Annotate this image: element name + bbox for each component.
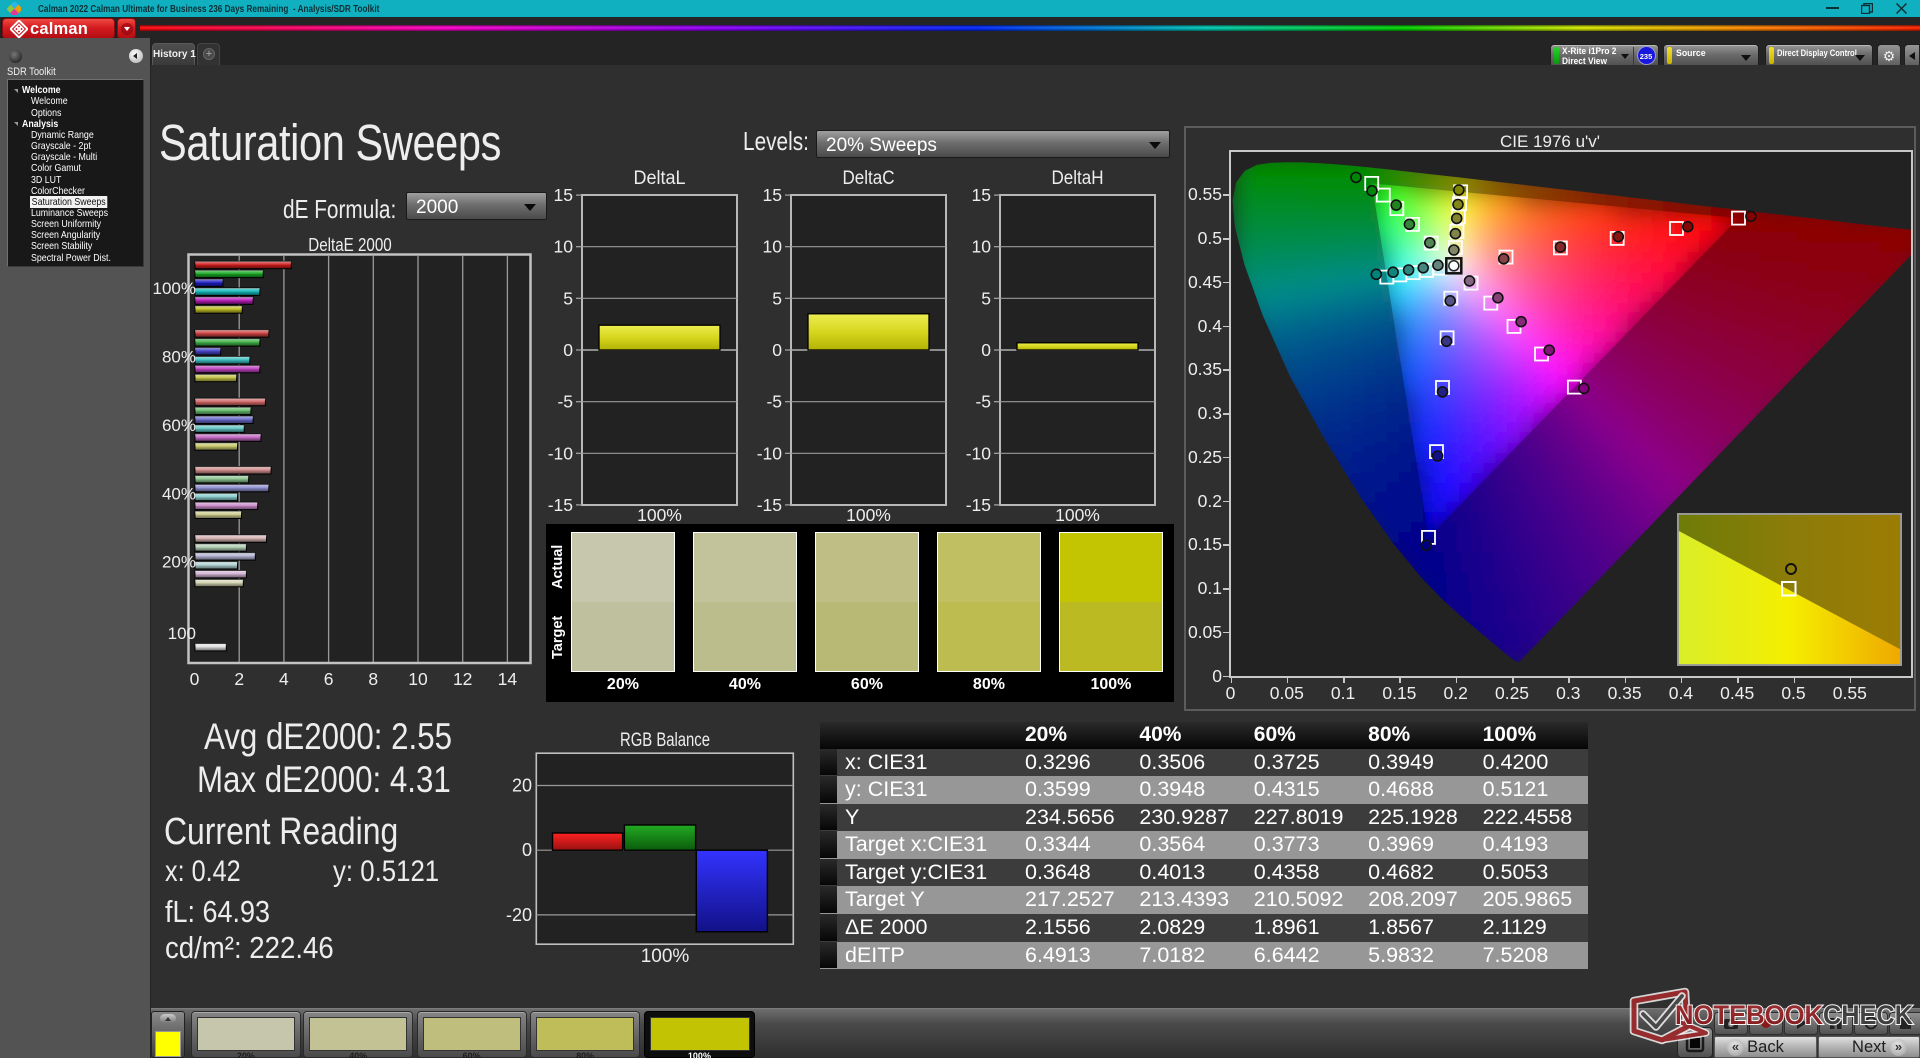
svg-text:DeltaC: DeltaC xyxy=(843,170,895,189)
svg-text:CHECK: CHECK xyxy=(1823,1000,1913,1030)
svg-text:5: 5 xyxy=(772,288,782,308)
svg-text:100%: 100% xyxy=(846,505,891,525)
svg-text:-5: -5 xyxy=(975,392,991,412)
svg-text:8: 8 xyxy=(368,669,378,689)
svg-text:100%: 100% xyxy=(641,946,690,967)
svg-text:-10: -10 xyxy=(757,443,783,463)
svg-text:-5: -5 xyxy=(557,392,573,412)
svg-text:-5: -5 xyxy=(766,392,782,412)
svg-text:-15: -15 xyxy=(548,495,573,515)
svg-text:NOTEBOOK: NOTEBOOK xyxy=(1675,1000,1823,1030)
svg-text:100: 100 xyxy=(168,624,196,643)
svg-text:4: 4 xyxy=(279,669,289,689)
svg-text:20%: 20% xyxy=(162,553,196,572)
svg-text:-15: -15 xyxy=(966,495,991,515)
svg-text:10: 10 xyxy=(408,669,428,689)
svg-text:10: 10 xyxy=(554,237,574,257)
svg-text:100%: 100% xyxy=(637,505,682,525)
svg-text:6: 6 xyxy=(324,669,334,689)
svg-text:14: 14 xyxy=(498,669,518,689)
svg-text:0: 0 xyxy=(981,340,991,360)
svg-text:-20: -20 xyxy=(506,905,532,925)
svg-text:DeltaH: DeltaH xyxy=(1052,170,1104,189)
svg-text:15: 15 xyxy=(763,185,782,205)
svg-text:DeltaL: DeltaL xyxy=(634,170,686,189)
svg-text:0: 0 xyxy=(522,840,532,860)
svg-text:80%: 80% xyxy=(162,348,196,367)
svg-text:100%: 100% xyxy=(153,279,196,298)
svg-text:2: 2 xyxy=(234,669,244,689)
svg-text:-15: -15 xyxy=(757,495,782,515)
svg-text:0: 0 xyxy=(190,669,200,689)
svg-text:10: 10 xyxy=(763,237,783,257)
svg-text:5: 5 xyxy=(563,288,573,308)
svg-text:12: 12 xyxy=(453,669,472,689)
svg-text:60%: 60% xyxy=(162,416,196,435)
svg-text:0: 0 xyxy=(563,340,573,360)
svg-text:20: 20 xyxy=(512,776,532,796)
svg-text:0: 0 xyxy=(772,340,782,360)
svg-text:RGB Balance: RGB Balance xyxy=(620,730,710,751)
svg-text:100%: 100% xyxy=(1055,505,1100,525)
svg-text:-10: -10 xyxy=(548,443,574,463)
svg-text:10: 10 xyxy=(972,237,992,257)
svg-text:5: 5 xyxy=(981,288,991,308)
svg-text:40%: 40% xyxy=(162,484,196,503)
svg-text:15: 15 xyxy=(972,185,991,205)
svg-text:15: 15 xyxy=(554,185,573,205)
svg-text:-10: -10 xyxy=(966,443,992,463)
